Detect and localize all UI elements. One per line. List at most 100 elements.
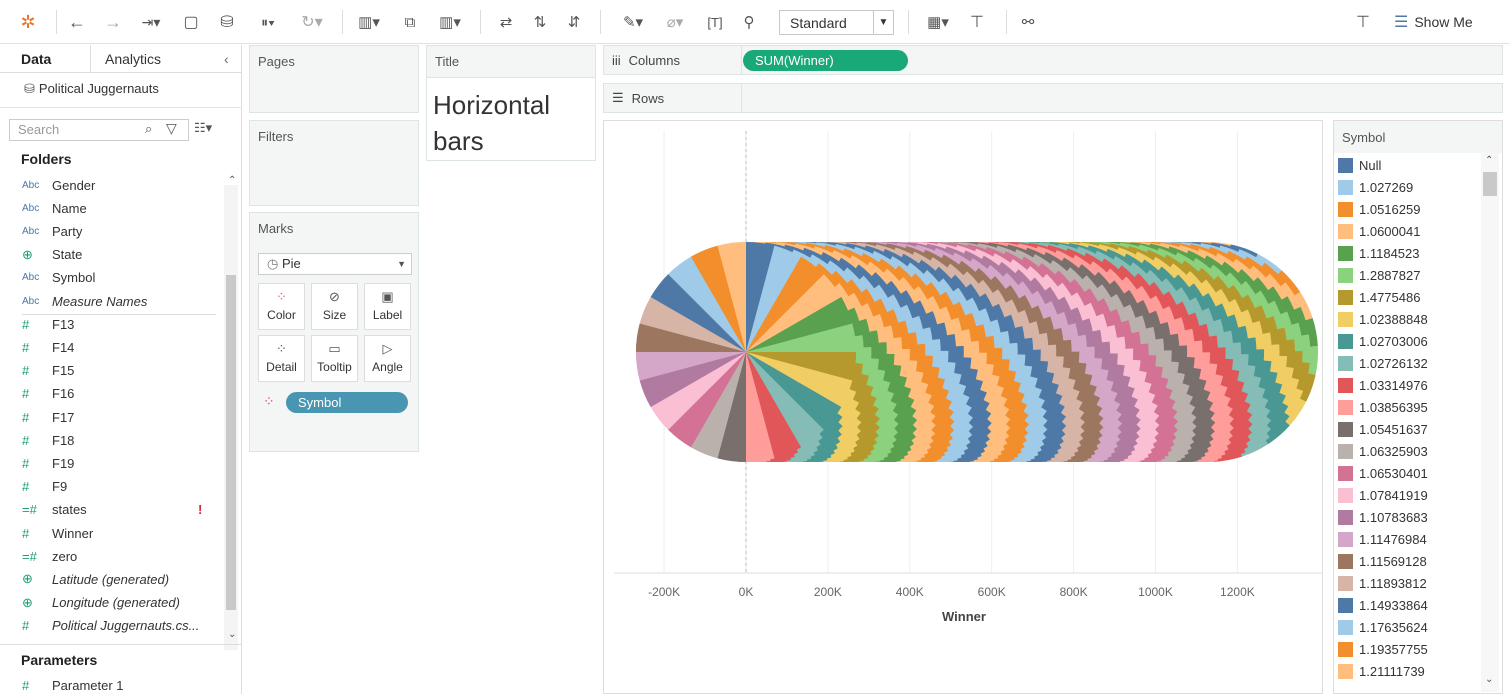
field-f13[interactable]: # F13 bbox=[22, 313, 222, 335]
filters-card[interactable]: Filters bbox=[249, 120, 419, 206]
scroll-up-icon[interactable]: ⌃ bbox=[228, 175, 236, 186]
field-gender[interactable]: Abc Gender bbox=[22, 174, 222, 196]
legend-item[interactable]: 1.14933864 bbox=[1338, 594, 1428, 616]
show-me-button[interactable]: ☰ Show Me bbox=[1394, 8, 1500, 36]
legend-item[interactable]: 1.10783683 bbox=[1338, 506, 1428, 528]
tableau-logo-icon[interactable]: ✲ bbox=[16, 8, 40, 36]
duplicate-icon[interactable]: ⧉ bbox=[398, 8, 422, 36]
sum-winner-pill[interactable]: SUM(Winner) bbox=[743, 50, 908, 71]
legend-item[interactable]: 1.4775486 bbox=[1338, 286, 1420, 308]
color-button[interactable]: ⁘ Color bbox=[258, 283, 305, 330]
collapse-pane-icon[interactable]: ‹ bbox=[224, 45, 229, 73]
field-f15[interactable]: # F15 bbox=[22, 360, 222, 382]
symbol-color-pill[interactable]: Symbol bbox=[286, 392, 408, 413]
legend-item[interactable]: 1.03314976 bbox=[1338, 374, 1428, 396]
legend-item[interactable]: 1.02726132 bbox=[1338, 352, 1428, 374]
field-f16[interactable]: # F16 bbox=[22, 383, 222, 405]
angle-button[interactable]: ▷ Angle bbox=[364, 335, 411, 382]
group-icon[interactable]: ⌀▾ bbox=[658, 8, 692, 36]
legend-item[interactable]: 1.11569128 bbox=[1338, 550, 1427, 572]
field-party[interactable]: Abc Party bbox=[22, 220, 222, 242]
redo-icon[interactable]: ⇥▾ bbox=[134, 8, 168, 36]
rows-shelf[interactable]: ☰ Rows bbox=[603, 83, 1503, 113]
scrollbar-thumb[interactable] bbox=[1483, 172, 1497, 196]
legend-item[interactable]: 1.11893812 bbox=[1338, 572, 1427, 594]
legend-item[interactable]: 1.02703006 bbox=[1338, 330, 1428, 352]
data-source[interactable]: ⛁ Political Juggernauts bbox=[24, 81, 159, 97]
legend-item[interactable]: 1.027269 bbox=[1338, 176, 1413, 198]
chart-view[interactable]: -200K 0K 200K 400K 600K 800K 1000K 1200K Winner bbox=[603, 120, 1323, 694]
filter-icon[interactable]: ▽ bbox=[166, 120, 177, 137]
share-icon[interactable]: ⚯ bbox=[1016, 8, 1040, 36]
search-input[interactable]: Search bbox=[9, 119, 189, 141]
columns-shelf[interactable]: iii Columns bbox=[603, 45, 1503, 75]
pages-card[interactable]: Pages bbox=[249, 45, 419, 113]
fields-scrollbar[interactable] bbox=[224, 185, 238, 650]
clear-sheet-icon[interactable]: ▥▾ bbox=[432, 8, 468, 36]
field-measure-names[interactable]: Abc Measure Names bbox=[22, 290, 222, 312]
forward-icon[interactable]: → bbox=[102, 8, 124, 36]
detail-button[interactable]: ⁘ Detail bbox=[258, 335, 305, 382]
legend-item[interactable]: 1.02388848 bbox=[1338, 308, 1428, 330]
field-f18[interactable]: # F18 bbox=[22, 429, 222, 451]
field-symbol[interactable]: Abc Symbol bbox=[22, 267, 222, 289]
scroll-down-icon[interactable]: ⌄ bbox=[1485, 674, 1493, 685]
sort-desc-icon[interactable]: ⇵ bbox=[562, 8, 586, 36]
search-icon[interactable]: ⌕ bbox=[145, 121, 152, 137]
field-f9[interactable]: # F9 bbox=[22, 476, 222, 498]
fit-dropdown[interactable]: Standard ▼ bbox=[779, 10, 894, 35]
save-icon[interactable]: ▢ bbox=[180, 8, 202, 36]
refresh-icon[interactable]: ↻▾ bbox=[294, 8, 330, 36]
legend-item[interactable]: 1.0600041 bbox=[1338, 220, 1420, 242]
tooltip-button[interactable]: ▭ Tooltip bbox=[311, 335, 358, 382]
legend-item[interactable]: 1.21111739 bbox=[1338, 660, 1425, 682]
field-states[interactable]: =# states! bbox=[22, 499, 222, 521]
field-winner[interactable]: # Winner bbox=[22, 522, 222, 544]
swap-icon[interactable]: ⇄ bbox=[494, 8, 518, 36]
new-datasource-icon[interactable]: ⛁ bbox=[216, 8, 238, 36]
tab-data[interactable]: Data bbox=[21, 45, 51, 73]
field-zero[interactable]: =# zero bbox=[22, 545, 222, 567]
legend-scrollbar[interactable]: ⌃ ⌄ bbox=[1481, 152, 1499, 692]
field-longitude-generated[interactable]: ⊕ Longitude (generated) bbox=[22, 592, 222, 614]
scrollbar-thumb[interactable] bbox=[226, 275, 236, 610]
legend-item[interactable]: 1.17635624 bbox=[1338, 616, 1428, 638]
field-latitude-generated[interactable]: ⊕ Latitude (generated) bbox=[22, 568, 222, 590]
legend-item[interactable]: 1.06530401 bbox=[1338, 462, 1428, 484]
tooltip-toggle-icon[interactable]: ⊤ bbox=[1352, 8, 1374, 36]
field-name[interactable]: Abc Name bbox=[22, 197, 222, 219]
new-sheet-icon[interactable]: ▥▾ bbox=[352, 8, 386, 36]
field-political-juggernauts-cs[interactable]: # Political Juggernauts.cs... bbox=[22, 615, 222, 637]
scroll-down-icon[interactable]: ⌄ bbox=[228, 629, 236, 640]
legend-item[interactable]: 1.05451637 bbox=[1338, 418, 1428, 440]
size-button[interactable]: ⊘ Size bbox=[311, 283, 358, 330]
sort-asc-icon[interactable]: ⇅ bbox=[528, 8, 552, 36]
pause-icon[interactable]: ⏸▾ bbox=[250, 8, 286, 36]
parameter-item[interactable]: # Parameter 1 bbox=[22, 674, 222, 696]
tab-analytics[interactable]: Analytics bbox=[105, 45, 161, 73]
view-options-icon[interactable]: ☷▾ bbox=[194, 120, 212, 136]
field-f14[interactable]: # F14 bbox=[22, 336, 222, 358]
legend-item[interactable]: Null bbox=[1338, 154, 1381, 176]
legend-item[interactable]: 1.2887827 bbox=[1338, 264, 1420, 286]
legend-item[interactable]: 1.11476984 bbox=[1338, 528, 1427, 550]
legend-item[interactable]: 1.19357755 bbox=[1338, 638, 1428, 660]
chart-icon[interactable]: ▦▾ bbox=[920, 8, 956, 36]
label-button[interactable]: ▣ Label bbox=[364, 283, 411, 330]
legend-item[interactable]: 1.0516259 bbox=[1338, 198, 1420, 220]
label-icon[interactable]: [T] bbox=[704, 8, 726, 36]
highlight-icon[interactable]: ✎▾ bbox=[616, 8, 650, 36]
legend-item[interactable]: 1.06325903 bbox=[1338, 440, 1428, 462]
legend-item[interactable]: 1.07841919 bbox=[1338, 484, 1428, 506]
title-card[interactable]: Title Horizontal bars bbox=[426, 45, 596, 161]
mark-type-dropdown[interactable]: ◷ Pie ▼ bbox=[258, 253, 412, 275]
pin-icon[interactable]: ⚲ bbox=[738, 8, 760, 36]
presentation-icon[interactable]: ⊤ bbox=[964, 8, 990, 36]
back-icon[interactable]: ← bbox=[66, 8, 88, 36]
scroll-up-icon[interactable]: ⌃ bbox=[1485, 155, 1493, 166]
legend-item[interactable]: 1.03856395 bbox=[1338, 396, 1428, 418]
legend-item[interactable]: 1.1184523 bbox=[1338, 242, 1420, 264]
field-f17[interactable]: # F17 bbox=[22, 406, 222, 428]
field-state[interactable]: ⊕ State bbox=[22, 244, 222, 266]
field-f19[interactable]: # F19 bbox=[22, 452, 222, 474]
